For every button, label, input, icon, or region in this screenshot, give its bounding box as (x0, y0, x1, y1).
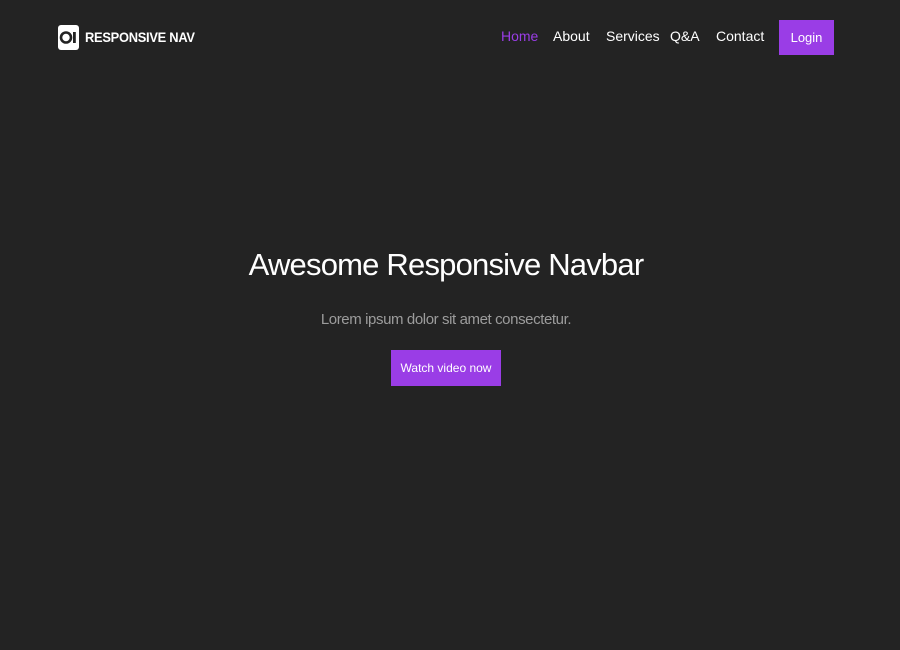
nav-menu: Home About Services Q&A Contact (0, 28, 900, 48)
nav-services-link[interactable]: Services (606, 28, 660, 44)
nav-about-link[interactable]: About (553, 28, 590, 44)
hero-subtitle: Lorem ipsum dolor sit amet consectetur. (320, 311, 572, 328)
login-button[interactable]: Login (779, 20, 834, 55)
navbar: RESPONSIVE NAV Home About Services Q&A C… (0, 0, 900, 76)
hero-title: Awesome Responsive Navbar (248, 247, 644, 282)
watch-video-button[interactable]: Watch video now (391, 350, 501, 386)
nav-qa-link[interactable]: Q&A (670, 28, 700, 44)
nav-contact-link[interactable]: Contact (716, 28, 764, 44)
nav-home-link[interactable]: Home (501, 28, 538, 44)
